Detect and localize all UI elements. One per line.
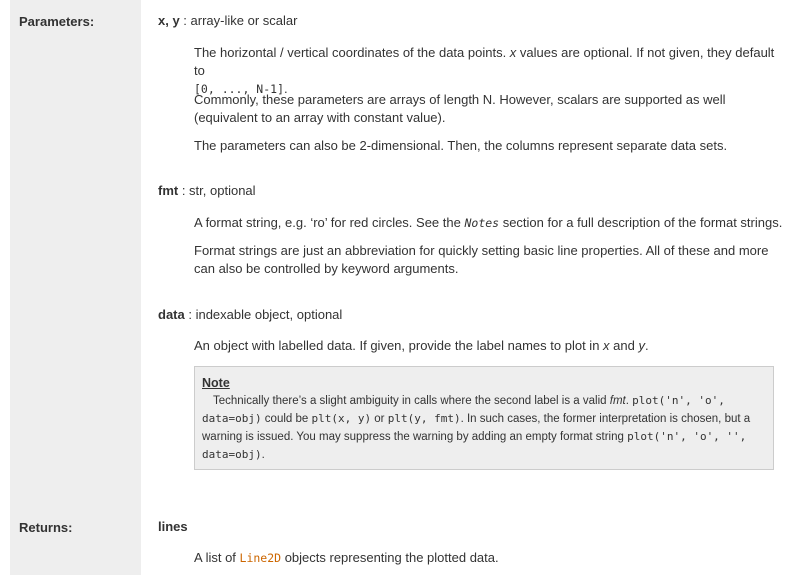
line2d-link[interactable]: Line2D (240, 551, 282, 565)
desc-text: can also be controlled by keyword argume… (194, 261, 459, 276)
param-data-desc: An object with labelled data. If given, … (194, 337, 784, 355)
desc-text: objects representing the plotted data. (281, 550, 499, 565)
returns-label: Returns: (10, 511, 141, 575)
param-type-fmt: : str, optional (178, 183, 256, 198)
note-title: Note (202, 376, 230, 390)
note-code: plot('n', 'o', (632, 394, 725, 407)
note-code: data=obj) (202, 448, 262, 461)
note-body-line: data=obj) could be plt(x, y) or plt(y, f… (202, 410, 766, 428)
desc-text: A format string, e.g. ‘ro’ for red circl… (194, 215, 465, 230)
note-text: or (371, 413, 388, 425)
param-xy-header: x, y : array-like or scalar (158, 12, 297, 30)
note-code: plt(y, fmt) (387, 412, 461, 425)
param-type-xy: : array-like or scalar (179, 13, 298, 28)
note-code: plot('n', 'o', '', (627, 430, 747, 443)
param-fmt-header: fmt : str, optional (158, 182, 256, 200)
returns-desc: A list of Line2D objects representing th… (194, 549, 784, 567)
param-xy-desc-1: The horizontal / vertical coordinates of… (194, 44, 784, 98)
note-fmt-term: fmt (609, 395, 626, 407)
desc-text: A list of (194, 550, 240, 565)
note-body-line: data=obj). (202, 446, 766, 464)
desc-text: . (644, 338, 649, 353)
note-text: could be (261, 413, 312, 425)
param-name-data: data (158, 307, 185, 322)
desc-text: An object with labelled data. If given, … (194, 338, 604, 353)
note-code: data=obj) (202, 412, 262, 425)
desc-text: Format strings are just an abbreviation … (194, 243, 769, 258)
desc-text: The horizontal / vertical coordinates of… (194, 45, 510, 60)
returns-name: lines (158, 519, 188, 534)
note-box: Note Technically there’s a slight ambigu… (194, 366, 774, 470)
param-xy-desc-2: Commonly, these parameters are arrays of… (194, 91, 784, 127)
param-type-data: : indexable object, optional (184, 307, 343, 322)
param-name-xy: x, y (158, 13, 180, 28)
note-text: . (261, 449, 265, 461)
desc-text: Commonly, these parameters are arrays of… (194, 92, 726, 107)
param-xy-desc-3: The parameters can also be 2-dimensional… (194, 138, 728, 153)
param-fmt-desc-1: A format string, e.g. ‘ro’ for red circl… (194, 214, 784, 232)
notes-reference: Notes (464, 216, 500, 230)
note-body-line: warning is issued. You may suppress the … (202, 428, 766, 446)
parameters-label: Parameters: (10, 0, 141, 511)
param-data-header: data : indexable object, optional (158, 306, 342, 324)
desc-text: (equivalent to an array with constant va… (194, 110, 446, 125)
note-code: plt(x, y) (311, 412, 372, 425)
desc-text: section for a full description of the fo… (499, 215, 783, 230)
note-text: . In such cases, the former interpretati… (460, 413, 751, 425)
desc-text: and (609, 338, 639, 353)
param-name-fmt: fmt (158, 183, 179, 198)
note-text: Technically there’s a slight ambiguity i… (213, 395, 610, 407)
note-text: warning is issued. You may suppress the … (202, 431, 628, 443)
note-body: Technically there’s a slight ambiguity i… (202, 392, 766, 410)
param-fmt-desc-2: Format strings are just an abbreviation … (194, 242, 784, 278)
